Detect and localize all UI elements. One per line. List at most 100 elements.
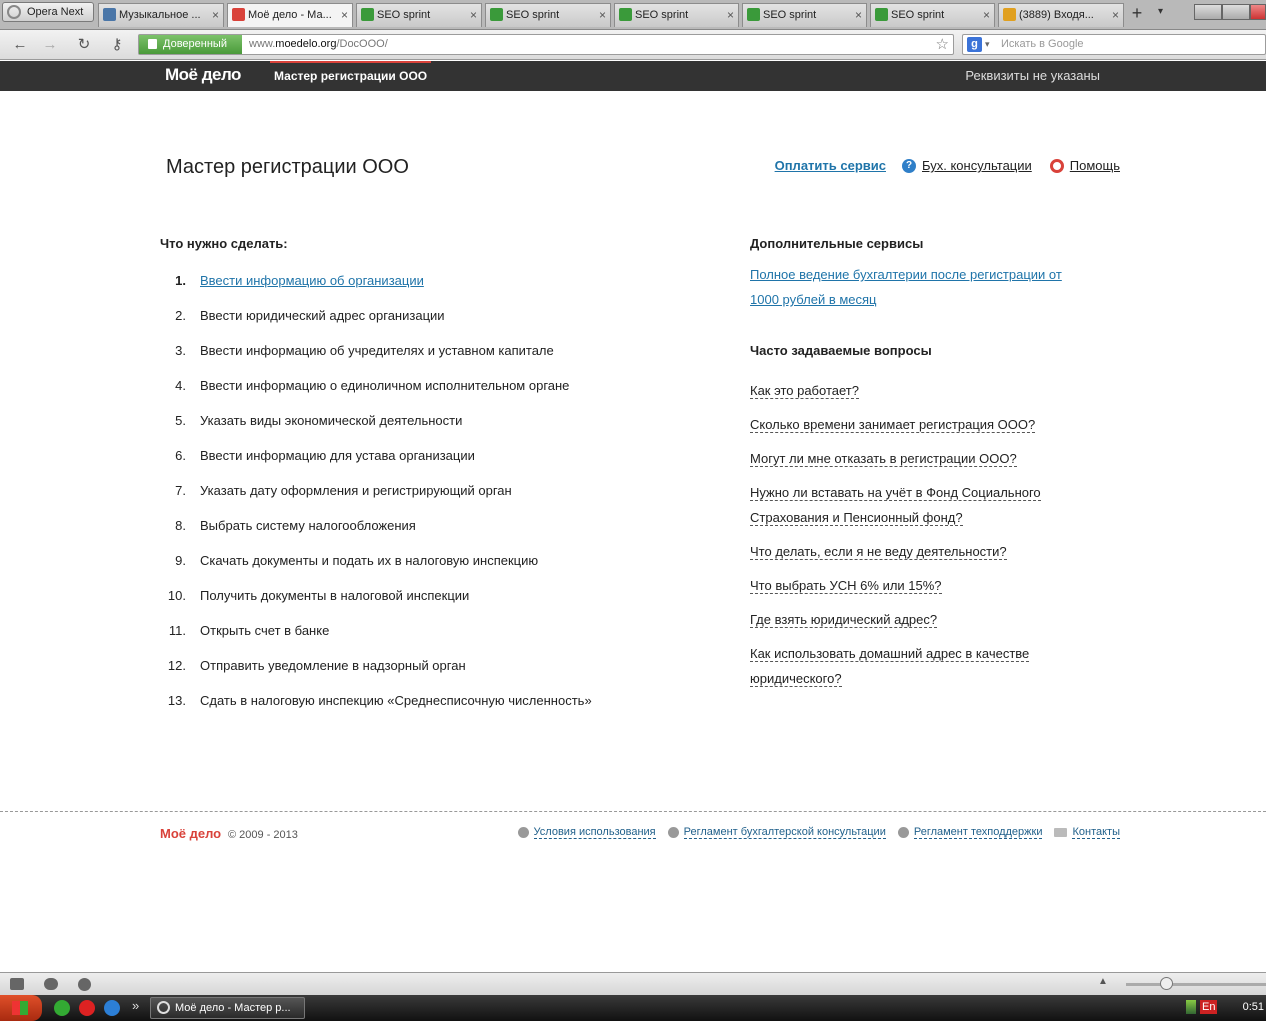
info-icon bbox=[517, 827, 529, 838]
full-accounting-link[interactable]: Полное ведение бухгалтерии после регистр… bbox=[750, 262, 1070, 312]
faq-item[interactable]: Нужно ли вставать на учёт в Фонд Социаль… bbox=[750, 480, 1070, 530]
step-number: 11. bbox=[168, 623, 186, 638]
close-tab-icon[interactable]: × bbox=[212, 4, 219, 26]
zoom-slider-knob[interactable] bbox=[1160, 977, 1173, 990]
faq-question[interactable]: Как использовать домашний адрес в качест… bbox=[750, 646, 1030, 687]
faq-list: Как это работает? Сколько времени занимае… bbox=[750, 378, 1070, 700]
faq-question[interactable]: Нужно ли вставать на учёт в Фонд Социаль… bbox=[750, 485, 1041, 526]
back-arrow-icon[interactable]: ← bbox=[10, 36, 30, 54]
clock[interactable]: 0:51 bbox=[1243, 1001, 1264, 1013]
opera-icon[interactable] bbox=[79, 1000, 95, 1016]
system-tray: En 0:51 bbox=[1186, 995, 1266, 1021]
info-icon bbox=[897, 827, 909, 838]
footer-link[interactable]: Регламент техподдержки bbox=[897, 826, 1043, 839]
close-tab-icon[interactable]: × bbox=[470, 4, 477, 26]
consult-link[interactable]: Бух. консультации bbox=[922, 158, 1032, 173]
bookmark-star-icon[interactable]: ☆ bbox=[936, 35, 949, 54]
opera-unite-icon[interactable] bbox=[44, 978, 58, 990]
browser-tab[interactable]: (3889) Входя... × bbox=[998, 3, 1124, 27]
step-item: 10. Получить документы в налоговой инспек… bbox=[160, 585, 592, 620]
browser-tab-label: Моё дело - Ма... bbox=[248, 9, 332, 21]
seosprint-icon bbox=[619, 8, 632, 21]
opera-menu-button[interactable]: Opera Next bbox=[2, 2, 94, 22]
faq-question[interactable]: Что делать, если я не веду деятельности? bbox=[750, 544, 1007, 560]
step-item: 4. Ввести информацию о единоличном исполн… bbox=[160, 375, 592, 410]
nav-item-registration-wizard[interactable]: Мастер регистрации ООО bbox=[270, 61, 432, 91]
url-field[interactable]: Доверенный www.moedelo.org/DocOOO/ ☆ bbox=[138, 34, 954, 55]
reload-icon[interactable]: ↻ bbox=[74, 36, 94, 54]
footer-link[interactable]: Регламент бухгалтерской консультации bbox=[667, 826, 886, 839]
site-logo[interactable]: Моё дело bbox=[165, 65, 241, 85]
turbo-icon[interactable] bbox=[78, 978, 91, 991]
browser-tab[interactable]: SEO sprint × bbox=[870, 3, 995, 27]
close-tab-icon[interactable]: × bbox=[599, 4, 606, 26]
pay-service-link[interactable]: Оплатить сервис bbox=[775, 158, 886, 173]
close-window-button[interactable] bbox=[1250, 4, 1266, 20]
footer-link[interactable]: Условия использования bbox=[517, 826, 656, 839]
start-button[interactable] bbox=[0, 995, 42, 1021]
faq-question[interactable]: Сколько времени занимает регистрация ООО… bbox=[750, 417, 1036, 433]
trusted-badge[interactable]: Доверенный bbox=[139, 35, 242, 54]
faq-item[interactable]: Сколько времени занимает регистрация ООО… bbox=[750, 412, 1070, 437]
forward-arrow-icon[interactable]: → bbox=[40, 36, 60, 54]
browser-tab[interactable]: SEO sprint × bbox=[742, 3, 867, 27]
search-placeholder: Искать в Google bbox=[1001, 38, 1084, 50]
internet-explorer-icon[interactable] bbox=[104, 1000, 120, 1016]
zoom-slider[interactable] bbox=[1126, 983, 1266, 986]
maximize-button[interactable] bbox=[1222, 4, 1250, 20]
step-link[interactable]: Ввести информацию об организации bbox=[200, 273, 424, 288]
help-link[interactable]: Помощь bbox=[1070, 158, 1120, 173]
key-icon[interactable]: ⚷ bbox=[106, 36, 128, 54]
browser-tab[interactable]: SEO sprint × bbox=[356, 3, 482, 27]
browser-status-bar: ▲ bbox=[0, 972, 1266, 995]
footer-link[interactable]: Контакты bbox=[1054, 826, 1120, 839]
seosprint-icon bbox=[361, 8, 374, 21]
google-icon[interactable]: g bbox=[967, 37, 982, 52]
faq-item[interactable]: Что выбрать УСН 6% или 15%? bbox=[750, 573, 1070, 598]
faq-item[interactable]: Что делать, если я не веду деятельности? bbox=[750, 539, 1070, 564]
search-engine-dropdown-icon[interactable]: ▾ bbox=[985, 35, 990, 54]
footer-logo[interactable]: Моё дело bbox=[160, 826, 221, 841]
faq-question[interactable]: Могут ли мне отказать в регистрации ООО? bbox=[750, 451, 1017, 467]
panel-toggle-icon[interactable] bbox=[10, 978, 24, 990]
browser-tab[interactable]: SEO sprint × bbox=[485, 3, 611, 27]
browser-tab[interactable]: Музыкальное ... × bbox=[98, 3, 224, 27]
new-tab-button[interactable]: + bbox=[1128, 4, 1146, 24]
faq-question[interactable]: Как это работает? bbox=[750, 383, 859, 399]
step-text: Получить документы в налоговой инспекции bbox=[200, 588, 470, 603]
browser-tab-label: SEO sprint bbox=[763, 9, 817, 21]
faq-item[interactable]: Могут ли мне отказать в регистрации ООО? bbox=[750, 446, 1070, 471]
faq-item[interactable]: Где взять юридический адрес? bbox=[750, 607, 1070, 632]
close-tab-icon[interactable]: × bbox=[341, 4, 348, 26]
lock-icon bbox=[148, 39, 157, 49]
utorrent-icon[interactable] bbox=[54, 1000, 70, 1016]
close-tab-icon[interactable]: × bbox=[855, 4, 862, 26]
close-tab-icon[interactable]: × bbox=[727, 4, 734, 26]
url-text: www.moedelo.org/DocOOO/ bbox=[249, 38, 388, 50]
browser-tab[interactable]: Моё дело - Ма... × bbox=[227, 3, 353, 27]
minimize-button[interactable] bbox=[1194, 4, 1222, 20]
view-up-icon[interactable]: ▲ bbox=[1098, 976, 1108, 987]
browser-tab[interactable]: SEO sprint × bbox=[614, 3, 739, 27]
faq-item[interactable]: Как использовать домашний адрес в качест… bbox=[750, 641, 1070, 691]
close-tab-icon[interactable]: × bbox=[1112, 4, 1119, 26]
step-text: Ввести информацию для устава организации bbox=[200, 448, 475, 463]
step-item[interactable]: 1. Ввести информацию об организации bbox=[160, 270, 592, 305]
quicklaunch-more-icon[interactable]: » bbox=[132, 998, 139, 1013]
faq-question[interactable]: Что выбрать УСН 6% или 15%? bbox=[750, 578, 942, 594]
browser-tab-label: SEO sprint bbox=[635, 9, 689, 21]
requisites-link[interactable]: Реквизиты не указаны bbox=[965, 61, 1100, 91]
network-arrow-icon[interactable] bbox=[1186, 1000, 1196, 1014]
search-field[interactable]: g ▾ Искать в Google bbox=[962, 34, 1266, 55]
language-indicator[interactable]: En bbox=[1200, 1000, 1218, 1014]
browser-tab-bar: Opera Next Музыкальное ... × Моё дело - Ма… bbox=[0, 0, 1266, 30]
close-tab-icon[interactable]: × bbox=[983, 4, 990, 26]
question-icon: ? bbox=[902, 158, 916, 173]
faq-item[interactable]: Как это работает? bbox=[750, 378, 1070, 403]
faq-question[interactable]: Где взять юридический адрес? bbox=[750, 612, 938, 628]
opera-menu-label: Opera Next bbox=[27, 6, 84, 18]
tab-menu-chevron-icon[interactable]: ▾ bbox=[1158, 6, 1163, 17]
taskbar-window-opera[interactable]: Моё дело - Мастер р... bbox=[150, 997, 305, 1019]
vk-icon bbox=[103, 8, 116, 21]
faq-heading: Часто задаваемые вопросы bbox=[750, 343, 932, 358]
